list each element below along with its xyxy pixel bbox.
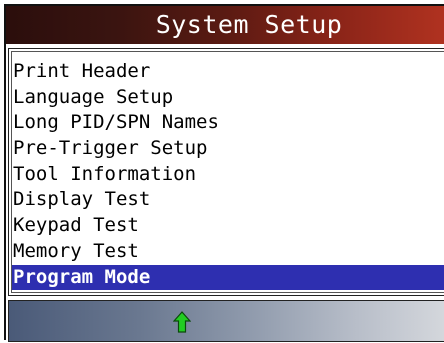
menu-list: Print Header Language Setup Long PID/SPN… (12, 59, 444, 291)
menu-item-display-test[interactable]: Display Test (12, 187, 444, 213)
menu-item-pre-trigger-setup[interactable]: Pre-Trigger Setup (12, 136, 444, 162)
screen-title: System Setup (155, 10, 343, 39)
menu-item-tool-information[interactable]: Tool Information (12, 162, 444, 188)
up-arrow-icon[interactable] (173, 311, 191, 333)
menu-item-memory-test[interactable]: Memory Test (12, 239, 444, 265)
menu-item-long-pid-spn-names[interactable]: Long PID/SPN Names (12, 110, 444, 136)
menu-panel-inner: Print Header Language Setup Long PID/SPN… (11, 51, 444, 293)
tool-screen: System Setup Print Header Language Setup… (4, 4, 444, 342)
status-bar (8, 300, 444, 342)
menu-item-keypad-test[interactable]: Keypad Test (12, 213, 444, 239)
title-bar: System Setup (6, 6, 444, 44)
menu-item-program-mode[interactable]: Program Mode (12, 264, 444, 291)
menu-panel: Print Header Language Setup Long PID/SPN… (8, 48, 444, 296)
menu-item-print-header[interactable]: Print Header (12, 59, 444, 85)
menu-item-language-setup[interactable]: Language Setup (12, 85, 444, 111)
